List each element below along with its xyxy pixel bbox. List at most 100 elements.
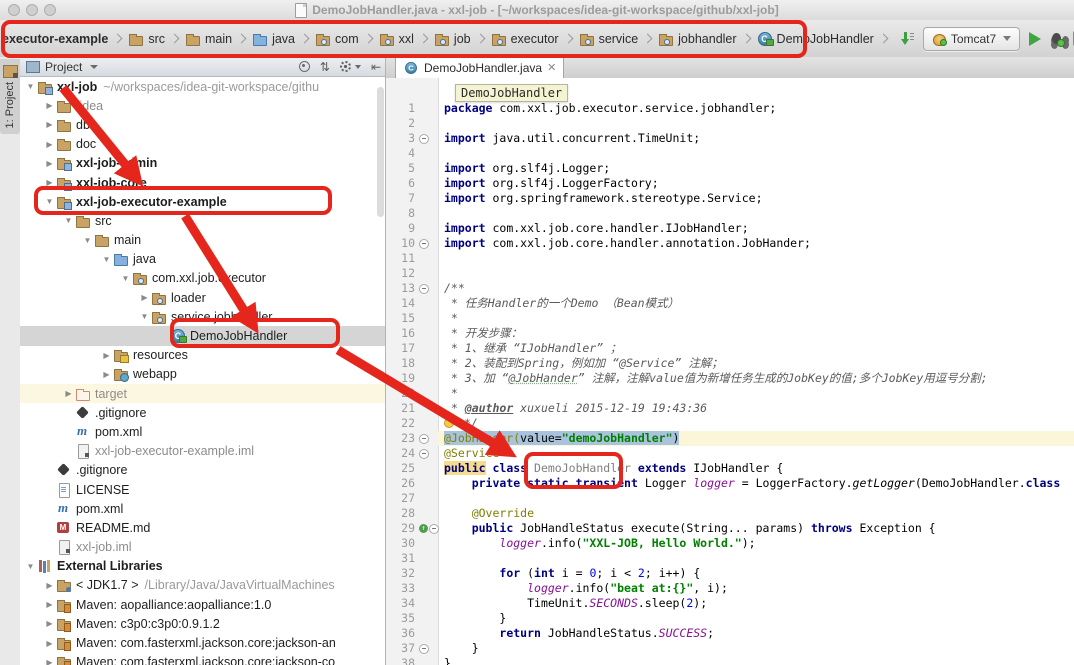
chevron-collapsed-icon[interactable]: ▶: [43, 101, 56, 110]
tree-item-resources[interactable]: ▶resources: [20, 346, 385, 365]
chevron-collapsed-icon[interactable]: ▶: [100, 370, 113, 379]
breadcrumb-item-xxl[interactable]: xxl: [379, 31, 414, 47]
breadcrumb-item-demojobhandler[interactable]: DemoJobHandler: [757, 31, 874, 47]
chevron-collapsed-icon[interactable]: ▶: [43, 159, 56, 168]
editor-area[interactable]: DemoJobHandler.java ✕ DemoJobHandler 1pa…: [386, 57, 1074, 665]
breadcrumb-item-src[interactable]: src: [128, 31, 165, 47]
tree-item-maven-com.fasterxml.jackson.core-jackson-co[interactable]: ▶Maven: com.fasterxml.jackson.core:jacks…: [20, 653, 385, 665]
chevron-expanded-icon[interactable]: ▼: [138, 312, 151, 321]
code-text: * 3、加 “@JobHander” 注解，注解value值为新增任务生成的Jo…: [438, 371, 1074, 386]
breadcrumb-item-com[interactable]: com: [315, 31, 359, 47]
breadcrumb-item-main[interactable]: main: [185, 31, 232, 47]
tree-item-db[interactable]: ▶db: [20, 115, 385, 134]
tree-item-xxl-job[interactable]: ▼xxl-job~/workspaces/idea-git-workspace/…: [20, 77, 385, 96]
navigation-toolbar: executor-example src main java com xxl job exec…: [0, 20, 1074, 58]
code-token: class: [492, 461, 527, 475]
tree-item-xxl-job-admin[interactable]: ▶xxl-job-admin: [20, 154, 385, 173]
run-configuration-select[interactable]: Tomcat7: [923, 27, 1020, 51]
tree-item-.gitignore[interactable]: .gitignore: [20, 461, 385, 480]
chevron-collapsed-icon[interactable]: ▶: [62, 389, 75, 398]
tree-item-main[interactable]: ▼main: [20, 231, 385, 250]
fold-marker-icon[interactable]: [429, 524, 439, 534]
code-token: [569, 476, 576, 490]
tree-item-java[interactable]: ▼java: [20, 250, 385, 269]
debug-button[interactable]: [1050, 32, 1064, 46]
chevron-expanded-icon[interactable]: ▼: [81, 236, 94, 245]
tree-item-webapp[interactable]: ▶webapp: [20, 365, 385, 384]
tab-demojobhandler[interactable]: DemoJobHandler.java ✕: [395, 57, 564, 78]
chevron-expanded-icon[interactable]: ▼: [62, 216, 75, 225]
tree-item-target[interactable]: ▶target: [20, 384, 385, 403]
tree-item-xxl-job.iml[interactable]: xxl-job.iml: [20, 538, 385, 557]
code-line-15: 15 *: [386, 311, 1074, 326]
tree-item-maven-com.fasterxml.jackson.core-jackson-an[interactable]: ▶Maven: com.fasterxml.jackson.core:jacks…: [20, 633, 385, 652]
chevron-collapsed-icon[interactable]: ▶: [100, 351, 113, 360]
close-icon[interactable]: ✕: [547, 63, 556, 74]
fold-marker-icon[interactable]: [419, 434, 429, 444]
fold-marker-icon[interactable]: [419, 644, 429, 654]
tree-item-xxl-job-executor-example.iml[interactable]: xxl-job-executor-example.iml: [20, 442, 385, 461]
chevron-expanded-icon[interactable]: ▼: [100, 255, 113, 264]
gear-icon[interactable]: [340, 61, 351, 72]
green-down-arrow-icon[interactable]: [900, 31, 914, 47]
chevron-collapsed-icon[interactable]: ▶: [43, 581, 56, 590]
tree-item-maven-aopalliance-aopalliance-1.0[interactable]: ▶Maven: aopalliance:aopalliance:1.0: [20, 595, 385, 614]
tree-item-com.xxl.job.executor[interactable]: ▼com.xxl.job.executor: [20, 269, 385, 288]
hide-panel-icon[interactable]: ⇤: [371, 61, 381, 73]
tree-item-readme.md[interactable]: README.md: [20, 518, 385, 537]
tree-item-doc[interactable]: ▶doc: [20, 135, 385, 154]
breadcrumb-item-service[interactable]: service: [579, 31, 639, 47]
override-method-icon[interactable]: ↑: [419, 524, 428, 533]
chevron-collapsed-icon[interactable]: ▶: [43, 140, 56, 149]
code-token: com.xxl.job.core.handler.annotation.JobH…: [486, 236, 811, 250]
iml-icon: [75, 443, 91, 459]
breadcrumb-item-executor[interactable]: executor: [491, 31, 559, 47]
project-view-dropdown[interactable]: [90, 65, 98, 69]
collapse-all-icon[interactable]: ⇅: [320, 61, 330, 73]
tree-item-service.jobhandler[interactable]: ▼service.jobhandler: [20, 307, 385, 326]
tree-item-xxl-job-core[interactable]: ▶xxl-job-core: [20, 173, 385, 192]
chevron-expanded-icon[interactable]: ▼: [43, 197, 56, 206]
chevron-collapsed-icon[interactable]: ▶: [43, 600, 56, 609]
fold-marker-icon[interactable]: [419, 134, 429, 144]
fold-marker-icon[interactable]: [419, 449, 429, 459]
chevron-collapsed-icon[interactable]: ▶: [138, 293, 151, 302]
tree-item-xxl-job-executor-example[interactable]: ▼xxl-job-executor-example: [20, 192, 385, 211]
project-tool-window-button[interactable]: 1: Project: [0, 59, 20, 134]
code-token: * 3、加 “: [444, 371, 509, 385]
tree-item-maven-c3p0-c3p0-0.9.1.2[interactable]: ▶Maven: c3p0:c3p0:0.9.1.2: [20, 614, 385, 633]
fold-marker-icon[interactable]: [419, 239, 429, 249]
tree-item-src[interactable]: ▼src: [20, 211, 385, 230]
fold-marker-icon[interactable]: [419, 284, 429, 294]
code-text: import org.slf4j.Logger;: [438, 161, 1074, 176]
breadcrumb-item-java[interactable]: java: [252, 31, 295, 47]
breadcrumb-item-executor-example[interactable]: executor-example: [2, 32, 108, 46]
breadcrumb-item-job[interactable]: job: [434, 31, 471, 47]
editor-body[interactable]: 1package com.xxl.job.executor.service.jo…: [386, 78, 1074, 665]
intention-bulb-icon[interactable]: [444, 418, 454, 428]
tree-item-demojobhandler[interactable]: DemoJobHandler: [20, 326, 385, 345]
tree-scrollbar[interactable]: [377, 87, 384, 217]
chevron-expanded-icon[interactable]: ▼: [119, 274, 132, 283]
chevron-collapsed-icon[interactable]: ▶: [43, 120, 56, 129]
breadcrumb-item-jobhandler[interactable]: jobhandler: [658, 31, 736, 47]
chevron-collapsed-icon[interactable]: ▶: [43, 178, 56, 187]
tree-item-pom.xml[interactable]: pom.xml: [20, 422, 385, 441]
tree-item-.gitignore[interactable]: .gitignore: [20, 403, 385, 422]
tree-item-pom.xml[interactable]: pom.xml: [20, 499, 385, 518]
run-button[interactable]: [1029, 32, 1041, 46]
tree-item-external-libraries[interactable]: ▼External Libraries: [20, 557, 385, 576]
chevron-collapsed-icon[interactable]: ▶: [43, 619, 56, 628]
gear-dropdown-icon[interactable]: [355, 65, 361, 69]
chevron-collapsed-icon[interactable]: ▶: [43, 639, 56, 648]
chevron-expanded-icon[interactable]: ▼: [24, 562, 37, 571]
chevron-expanded-icon[interactable]: ▼: [24, 82, 37, 91]
tree-item-.idea[interactable]: ▶.idea: [20, 96, 385, 115]
tree-item-loader[interactable]: ▶loader: [20, 288, 385, 307]
tree-item-license[interactable]: LICENSE: [20, 480, 385, 499]
tree-item--jdk1.7-[interactable]: ▶< JDK1.7 >/Library/Java/JavaVirtualMach…: [20, 576, 385, 595]
locate-file-icon[interactable]: [299, 61, 310, 72]
line-number: 11: [386, 251, 419, 266]
chevron-collapsed-icon[interactable]: ▶: [43, 658, 56, 665]
folder-icon: [56, 98, 72, 114]
